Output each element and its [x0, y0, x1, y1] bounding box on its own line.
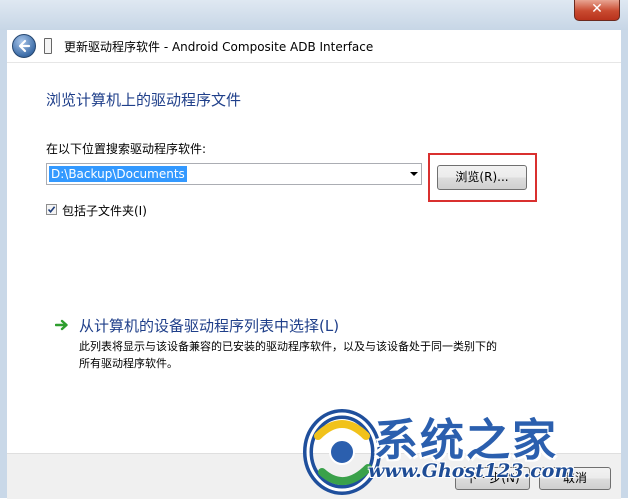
usb-device-icon	[44, 38, 52, 54]
search-location-label: 在以下位置搜索驱动程序软件:	[46, 142, 207, 156]
green-arrow-icon	[55, 319, 68, 331]
pick-description-line2: 所有驱动程序软件。	[79, 357, 178, 370]
window-title: 更新驱动程序软件 - Android Composite ADB Interfa…	[64, 40, 374, 54]
path-input-value[interactable]: D:\Backup\Documents	[49, 166, 187, 182]
watermark-url: www.Ghost123.com	[368, 460, 575, 482]
path-combobox[interactable]: D:\Backup\Documents	[46, 163, 422, 185]
chevron-down-icon[interactable]	[410, 172, 418, 176]
checkmark-icon	[47, 206, 56, 214]
watermark-logo-icon	[303, 409, 381, 495]
wizard-header: 更新驱动程序软件 - Android Composite ADB Interfa…	[7, 30, 621, 63]
browse-button[interactable]: 浏览(R)...	[437, 165, 527, 190]
close-icon: ✕	[591, 1, 603, 17]
window-frame-left	[0, 30, 7, 498]
watermark-brand: 系统之家	[374, 415, 558, 466]
title-bar: ✕	[0, 0, 628, 30]
back-arrow-icon	[18, 39, 31, 53]
watermark: 系统之家 www.Ghost123.com	[296, 400, 628, 498]
pick-description-line1: 此列表将显示与该设备兼容的已安装的驱动程序软件，以及与该设备处于同一类别下的	[79, 340, 497, 353]
close-button[interactable]: ✕	[574, 0, 620, 21]
include-subfolders-label[interactable]: 包括子文件夹(I)	[62, 202, 147, 219]
include-subfolders-checkbox[interactable]	[46, 204, 57, 215]
back-button[interactable]	[12, 34, 36, 58]
page-heading: 浏览计算机上的驱动程序文件	[46, 91, 242, 109]
pick-from-list-link[interactable]: 从计算机的设备驱动程序列表中选择(L)	[79, 315, 339, 336]
